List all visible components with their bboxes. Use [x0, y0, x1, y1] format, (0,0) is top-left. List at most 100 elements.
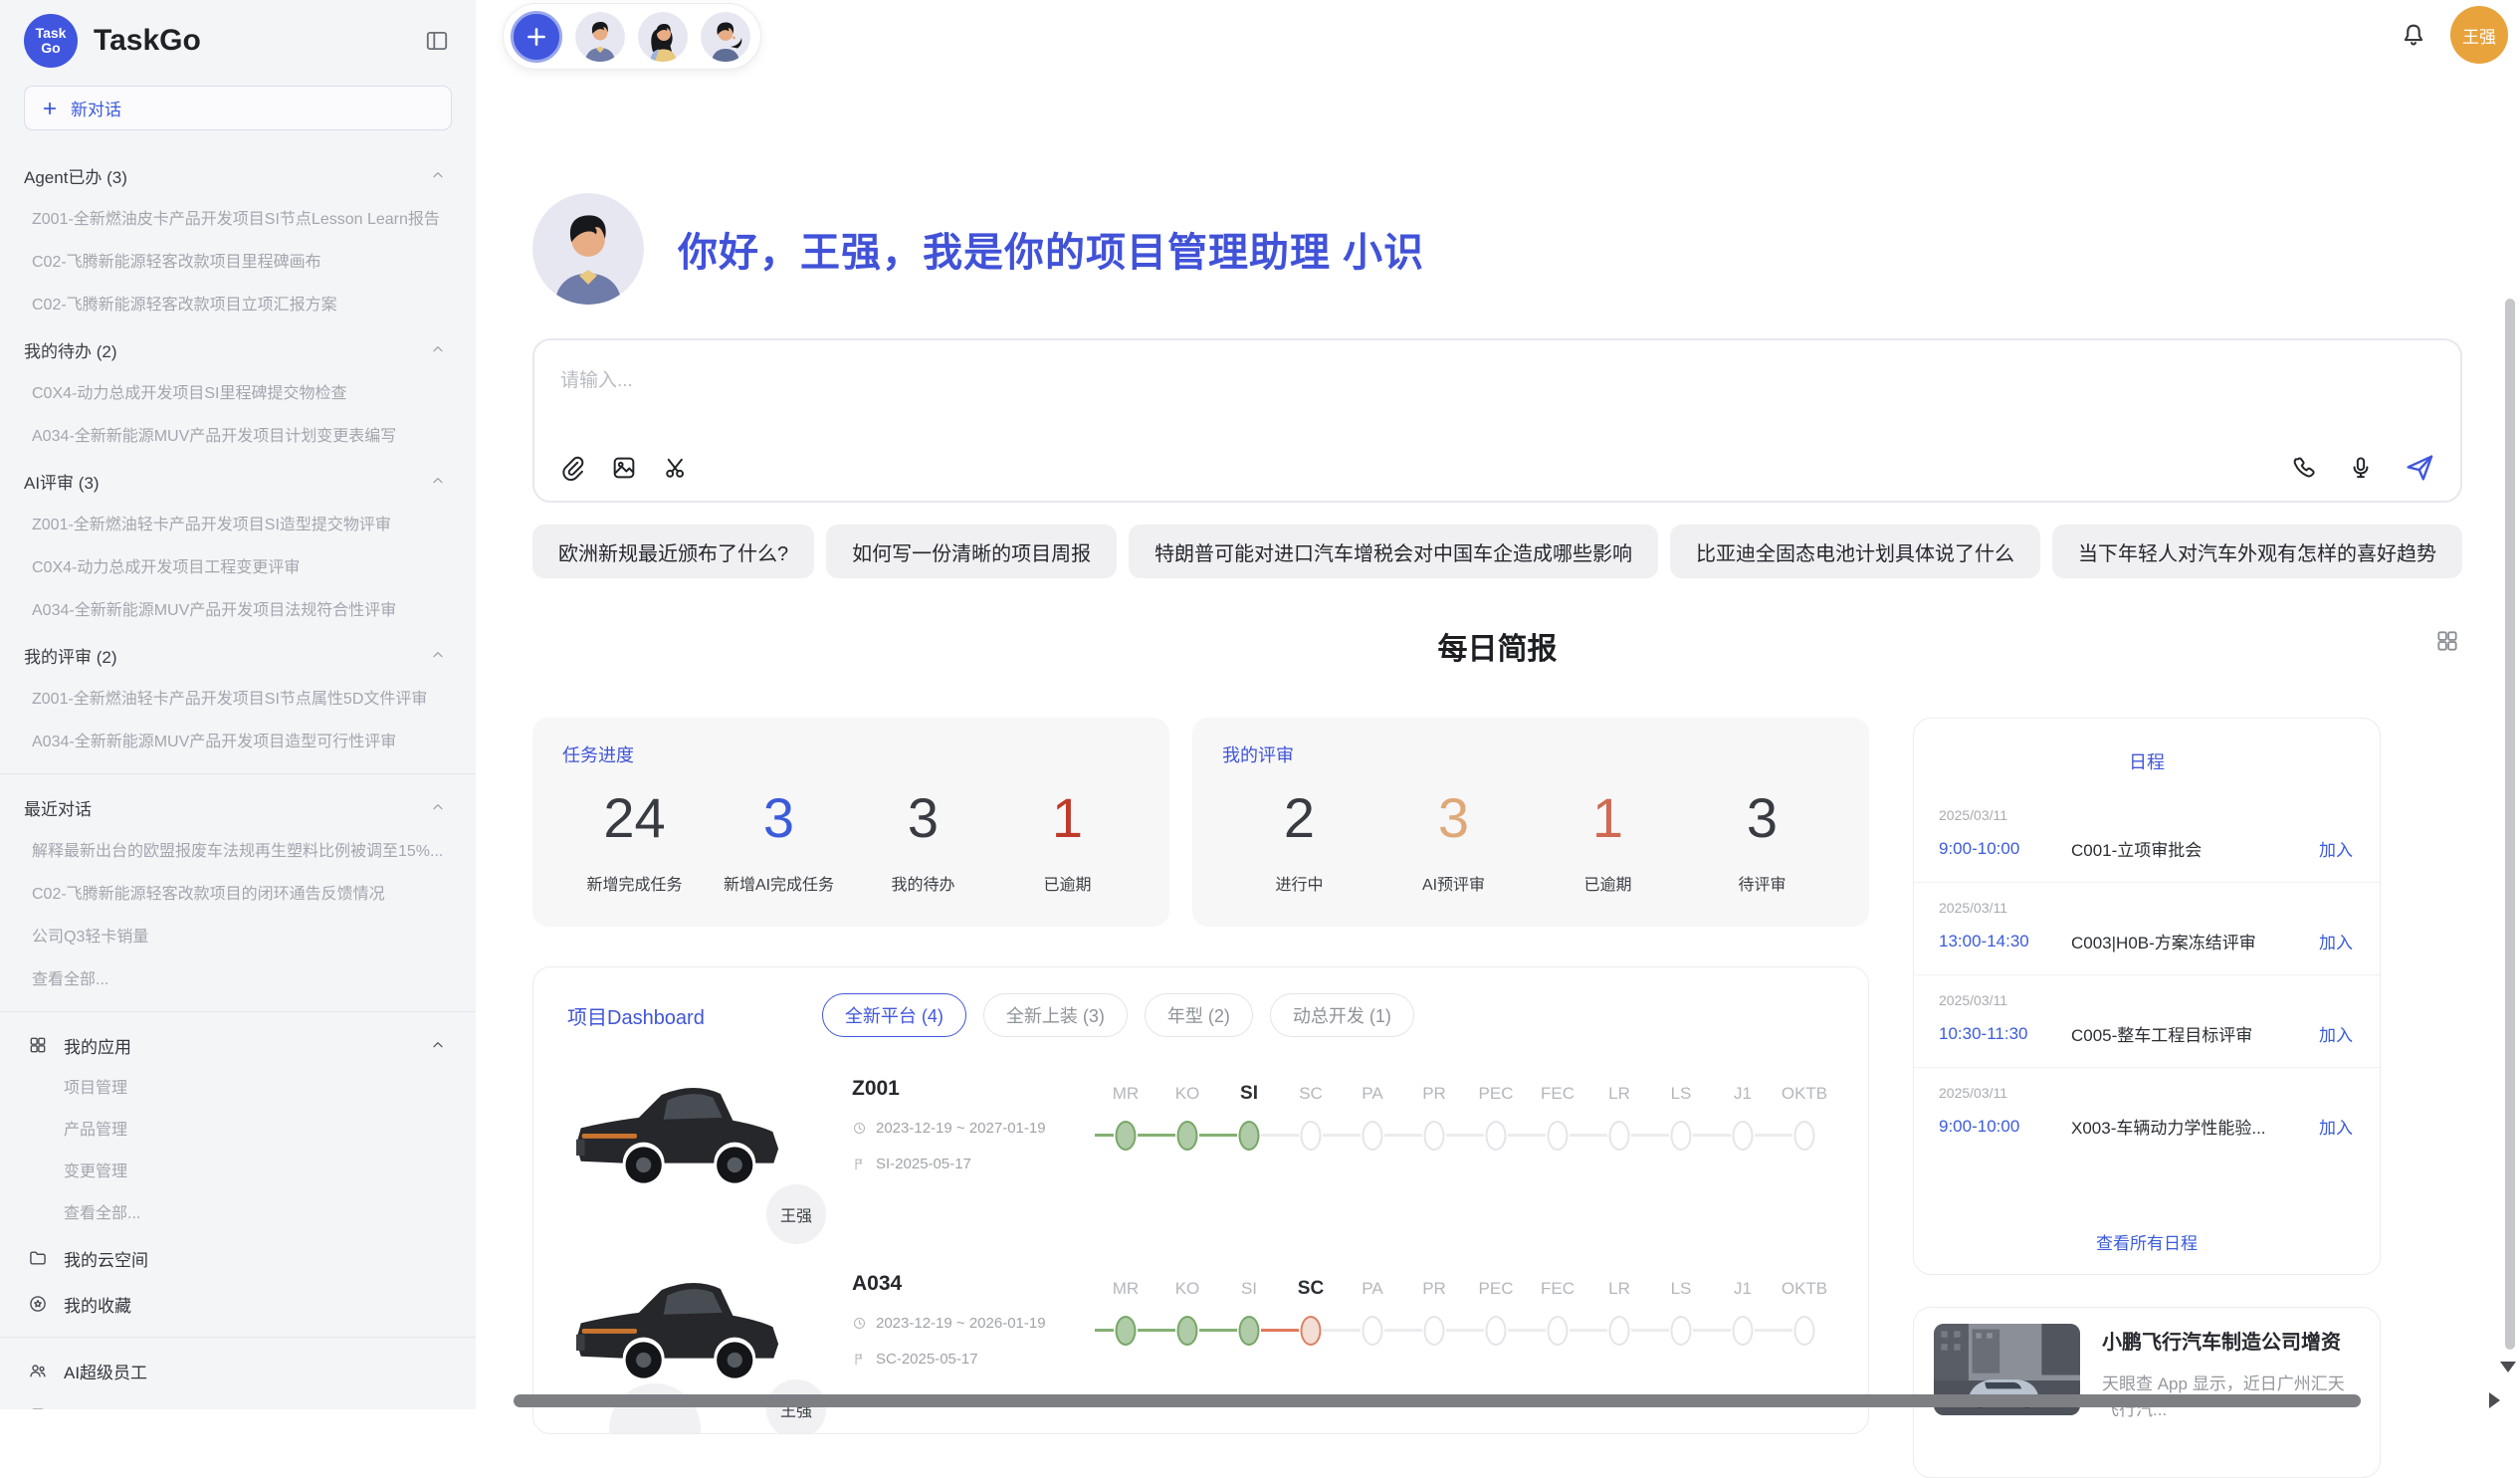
- attach-icon[interactable]: [558, 454, 586, 482]
- milestone-label: LS: [1650, 1075, 1712, 1113]
- section-header: AI评审 (3): [0, 458, 476, 504]
- voice-call-icon[interactable]: [2291, 454, 2319, 482]
- dashboard-tab[interactable]: 年型 (2): [1145, 993, 1253, 1037]
- section-title: 我的待办 (2): [24, 337, 117, 362]
- conversation-item[interactable]: A034-全新新能源MUV产品开发项目法规符合性评审: [0, 589, 476, 632]
- view-all-schedule-link[interactable]: 查看所有日程: [1914, 1229, 2380, 1254]
- milestone-label: PA: [1342, 1270, 1403, 1308]
- app-sub-item[interactable]: 查看全部...: [0, 1193, 476, 1235]
- conversation-item[interactable]: C0X4-动力总成开发项目SI里程碑提交物检查: [0, 372, 476, 415]
- sidebar-tool-label: 帮我写作: [64, 1404, 131, 1410]
- vertical-scrollbar[interactable]: [2505, 299, 2515, 1350]
- collapse-sidebar-icon[interactable]: [424, 28, 450, 54]
- milestone-connector: [1218, 1134, 1237, 1137]
- divider: [0, 1011, 476, 1012]
- sidebar-item-2[interactable]: 我的收藏: [0, 1281, 476, 1327]
- divider: [0, 1337, 476, 1338]
- collapse-chevron-icon[interactable]: [430, 167, 446, 183]
- milestone-label: FEC: [1527, 1075, 1588, 1113]
- section-title: AI评审 (3): [24, 469, 100, 494]
- star-icon: [28, 1294, 48, 1314]
- milestone-node: [1424, 1121, 1445, 1151]
- milestone-connector: [1138, 1329, 1156, 1332]
- folder-icon: [28, 1248, 48, 1268]
- milestone-node: [1177, 1121, 1198, 1151]
- stat-我的待办: 3我的待办: [851, 781, 995, 895]
- join-meeting-link[interactable]: 加入: [2319, 836, 2353, 861]
- image-upload-icon[interactable]: [610, 454, 638, 482]
- collapse-chevron-icon[interactable]: [430, 341, 446, 357]
- milestone-label: PR: [1403, 1075, 1465, 1113]
- sidebar-tool-1[interactable]: AI超级员工: [0, 1348, 476, 1393]
- dashboard-tab[interactable]: 动总开发 (1): [1270, 993, 1414, 1037]
- join-meeting-link[interactable]: 加入: [2319, 1114, 2353, 1139]
- milestone-label: MR: [1095, 1270, 1156, 1308]
- milestone-cell: [1218, 1113, 1280, 1159]
- conversation-item[interactable]: C0X4-动力总成开发项目工程变更评审: [0, 546, 476, 589]
- suggestion-chip[interactable]: 如何写一份清晰的项目周报: [826, 525, 1117, 578]
- milestone-label: LS: [1650, 1270, 1712, 1308]
- sidebar-item-1[interactable]: 我的云空间: [0, 1235, 476, 1281]
- scroll-right-arrow-icon[interactable]: [2489, 1392, 2500, 1408]
- layout-grid-icon[interactable]: [2434, 628, 2460, 654]
- dashboard-tab[interactable]: 全新平台 (4): [822, 993, 966, 1037]
- milestone-label: LR: [1588, 1075, 1650, 1113]
- milestone-label: FEC: [1527, 1270, 1588, 1308]
- stat-AI预评审: 3AI预评审: [1376, 781, 1531, 895]
- recent-conversation-item[interactable]: 解释最新出台的欧盟报废车法规再生塑料比例被调至15%...: [0, 830, 476, 873]
- chat-input[interactable]: [560, 370, 1456, 392]
- send-icon[interactable]: [2403, 451, 2436, 485]
- schedule-item: 2025/03/1113:00-14:30C003|H0B-方案冻结评审加入: [1914, 883, 2380, 975]
- session-avatar-1[interactable]: [575, 12, 625, 62]
- schedule-row: 10:30-11:30C005-整车工程目标评审加入: [1939, 1021, 2353, 1046]
- notification-bell-icon[interactable]: [2399, 20, 2428, 50]
- screenshot-icon[interactable]: [662, 454, 690, 482]
- sidebar-item-my-apps[interactable]: 我的应用: [0, 1022, 476, 1068]
- recent-conversation-item[interactable]: 公司Q3轻卡销量: [0, 916, 476, 958]
- conversation-item[interactable]: Z001-全新燃油轻卡产品开发项目SI造型提交物评审: [0, 504, 476, 546]
- horizontal-scrollbar[interactable]: [514, 1394, 2361, 1407]
- join-meeting-link[interactable]: 加入: [2319, 1021, 2353, 1046]
- session-avatar-2[interactable]: [638, 12, 688, 62]
- milestone-connector: [1631, 1329, 1650, 1332]
- scroll-down-arrow-icon[interactable]: [2500, 1362, 2516, 1372]
- session-avatar-3[interactable]: [701, 12, 750, 62]
- app-sub-item[interactable]: 变更管理: [0, 1152, 476, 1193]
- milestone-connector: [1508, 1329, 1527, 1332]
- suggestion-chip[interactable]: 比亚迪全固态电池计划具体说了什么: [1670, 525, 2040, 578]
- milestone-connector: [1693, 1134, 1712, 1137]
- conversation-item[interactable]: C02-飞腾新能源轻客改款项目立项汇报方案: [0, 284, 476, 326]
- user-avatar[interactable]: 王强: [2450, 6, 2508, 64]
- sidebar-tool-2[interactable]: 帮我写作: [0, 1393, 476, 1409]
- milestone-label: LR: [1588, 1270, 1650, 1308]
- milestone-cell: [1712, 1308, 1774, 1354]
- conversation-item[interactable]: A034-全新新能源MUV产品开发项目计划变更表编写: [0, 415, 476, 458]
- review-card-title: 我的评审: [1222, 741, 1839, 767]
- recent-conversation-item[interactable]: C02-飞腾新能源轻客改款项目的闭环通告反馈情况: [0, 873, 476, 916]
- news-card[interactable]: 小鹏飞行汽车制造公司增资 天眼查 App 显示，近日广州汇天飞行汽...: [1913, 1307, 2381, 1478]
- milestone-track: MRKOSISCPAPRPECFECLRLSJ1OKTB: [1095, 1075, 1835, 1159]
- recent-conversation-item[interactable]: 查看全部...: [0, 958, 476, 1001]
- dashboard-tab[interactable]: 全新上装 (3): [983, 993, 1128, 1037]
- conversation-item[interactable]: Z001-全新燃油轻卡产品开发项目SI节点属性5D文件评审: [0, 678, 476, 721]
- section-header: 我的评审 (2): [0, 632, 476, 678]
- microphone-icon[interactable]: [2347, 454, 2375, 482]
- milestone-label: SI: [1218, 1270, 1280, 1308]
- main-area: 王强 你好，王强，我是你的项目管理助理 小识 欧洲新: [476, 0, 2520, 1409]
- suggestion-chip[interactable]: 当下年轻人对汽车外观有怎样的喜好趋势: [2052, 525, 2462, 578]
- collapse-chevron-icon[interactable]: [430, 647, 446, 663]
- milestone-track: MRKOSISCPAPRPECFECLRLSJ1OKTB: [1095, 1270, 1835, 1354]
- new-chat-button[interactable]: 新对话: [24, 86, 452, 130]
- conversation-item[interactable]: A034-全新新能源MUV产品开发项目造型可行性评审: [0, 721, 476, 763]
- app-sub-item[interactable]: 项目管理: [0, 1068, 476, 1110]
- conversation-item[interactable]: Z001-全新燃油皮卡产品开发项目SI节点Lesson Learn报告: [0, 198, 476, 241]
- collapse-chevron-icon[interactable]: [430, 473, 446, 489]
- collapse-chevron-icon[interactable]: [430, 799, 446, 815]
- suggestion-chip[interactable]: 欧洲新规最近颁布了什么?: [532, 525, 814, 578]
- conversation-item[interactable]: C02-飞腾新能源轻客改款项目里程碑画布: [0, 241, 476, 284]
- milestone-connector: [1650, 1134, 1669, 1137]
- join-meeting-link[interactable]: 加入: [2319, 929, 2353, 953]
- new-session-button[interactable]: [511, 11, 562, 63]
- app-sub-item[interactable]: 产品管理: [0, 1110, 476, 1152]
- suggestion-chip[interactable]: 特朗普可能对进口汽车增税会对中国车企造成哪些影响: [1129, 525, 1658, 578]
